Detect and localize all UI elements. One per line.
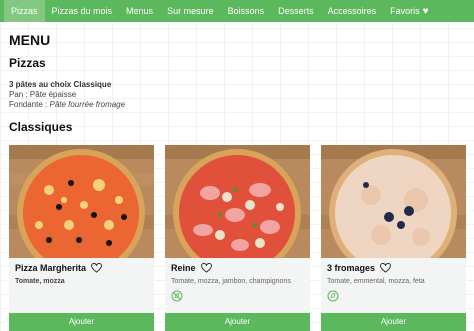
dough-label-pan: Pan : [9,90,30,99]
product-description: Tomate, emmental, mozza, feta [327,278,425,285]
add-button[interactable]: Ajouter [9,313,154,331]
heart-outline-icon[interactable] [200,263,212,273]
pizza-image[interactable] [321,145,466,258]
nav-item-menus[interactable]: Menus [119,0,160,22]
add-button[interactable]: Ajouter [165,313,310,331]
add-button[interactable]: Ajouter [321,313,466,331]
product-card: Pizza Margherita Tomate, mozza Ajouter [9,145,154,331]
top-navbar: Pizzas Pizzas du mois Menus Sur mesure B… [0,0,474,22]
heart-outline-icon[interactable] [91,263,102,273]
product-name-row: Reine [171,263,212,273]
product-name: 3 fromages [327,263,376,273]
nav-item-favoris-label: Favoris [390,6,420,16]
no-vegetarian-icon [171,290,183,302]
dough-label-fondante: Fondante : [9,100,50,109]
product-name: Pizza Margherita [15,263,87,273]
nav-item-pizzas-du-mois[interactable]: Pizzas du mois [45,0,120,22]
nav-item-desserts[interactable]: Desserts [271,0,321,22]
product-card: 3 fromages Tomate, emmental, mozza, feta… [321,145,466,331]
dough-info: 3 pâtes au choix Classique Pan : Pâte ép… [9,80,125,110]
dough-value-pan: Pâte épaisse [29,90,77,99]
nav-item-favoris[interactable]: Favoris ♥ [383,0,435,22]
pizza-image[interactable] [9,145,154,258]
product-description: Tomate, mozza, jambon, champignons [171,278,291,285]
dough-value-fondante: Pâte fourrée fromage [49,100,126,109]
subsection-title: Classiques [9,120,73,134]
nav-item-pizzas[interactable]: Pizzas [4,0,45,22]
page-title: MENU [9,32,51,48]
dough-info-line-2: Fondante : Pâte fourrée fromage [9,100,125,110]
heart-outline-icon[interactable] [380,263,391,273]
heart-icon: ♥ [422,6,429,17]
nav-item-boissons[interactable]: Boissons [221,0,272,22]
product-description: Tomate, mozza [15,278,65,285]
product-card: Reine Tomate, mozza, jambon, champignons… [165,145,310,331]
pizza-image[interactable] [165,145,310,258]
product-name: Reine [171,263,196,273]
nav-item-sur-mesure[interactable]: Sur mesure [160,0,221,22]
nav-item-accessoires[interactable]: Accessoires [321,0,384,22]
dough-info-title: 3 pâtes au choix Classique [9,80,112,89]
section-title: Pizzas [9,56,46,70]
product-name-row: Pizza Margherita [15,263,102,273]
dough-info-line-1: Pan : Pâte épaisse [9,90,125,100]
vegetarian-icon [327,290,339,302]
product-name-row: 3 fromages [327,263,391,273]
